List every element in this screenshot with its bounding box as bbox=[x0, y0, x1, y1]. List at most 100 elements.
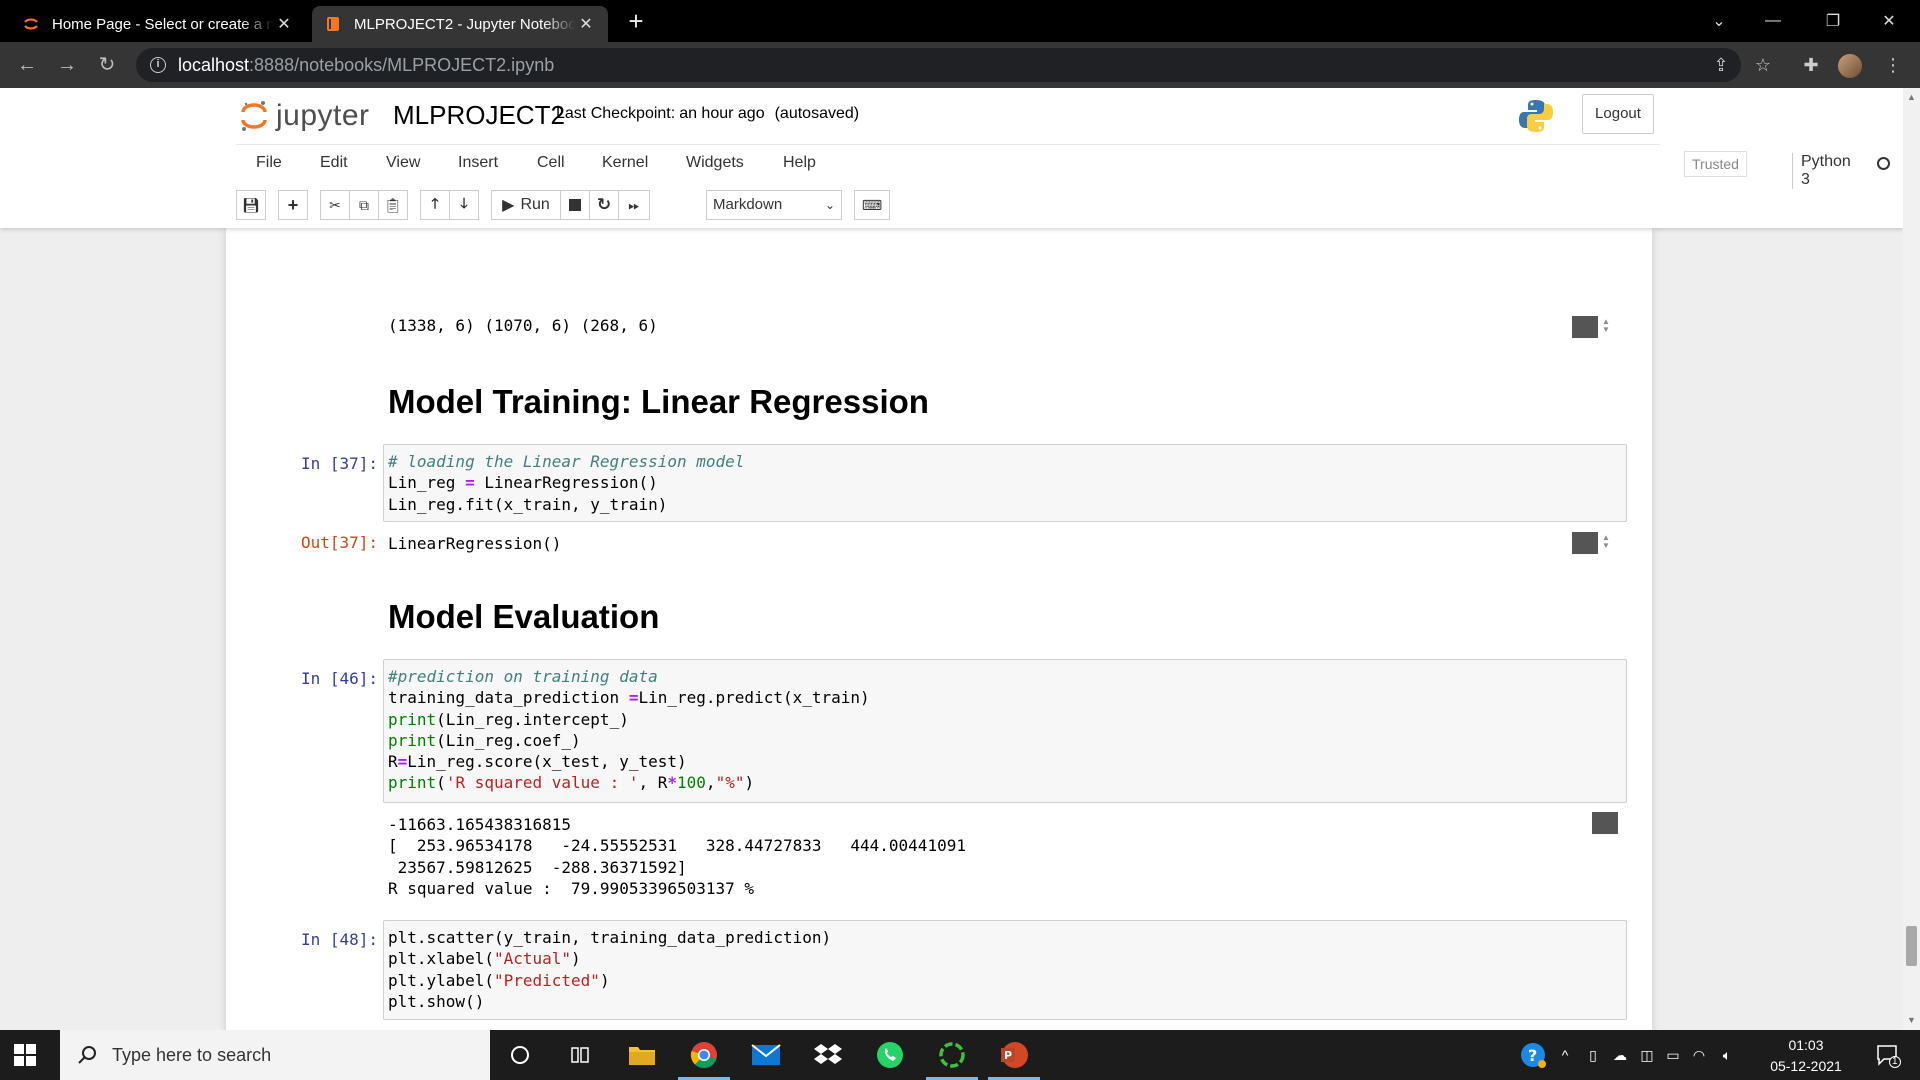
file-explorer-icon[interactable] bbox=[612, 1030, 672, 1080]
restore-button[interactable]: ❐ bbox=[1810, 0, 1856, 42]
close-tab-icon[interactable]: ✕ bbox=[576, 14, 596, 34]
notebook-container: (1338, 6) (1070, 6) (268, 6) ▲ ▼ Model Tr… bbox=[226, 228, 1652, 1030]
logout-button[interactable]: Logout bbox=[1582, 94, 1654, 134]
code-operator: = bbox=[465, 473, 475, 493]
loading-app-icon[interactable] bbox=[922, 1030, 982, 1080]
interrupt-button[interactable] bbox=[560, 190, 590, 220]
menu-view[interactable]: View bbox=[386, 154, 420, 172]
output-scroll-toggle-icon[interactable] bbox=[1572, 316, 1598, 338]
run-label: Run bbox=[520, 196, 550, 213]
address-bar[interactable]: i localhost:8888/notebooks/MLPROJECT2.ip… bbox=[136, 48, 1741, 82]
restart-kernel-button[interactable]: ↻ bbox=[589, 190, 619, 220]
share-icon[interactable]: ⇪ bbox=[1706, 50, 1736, 80]
battery-icon[interactable]: ▭ bbox=[1660, 1030, 1686, 1080]
reload-icon[interactable]: ↻ bbox=[92, 50, 122, 80]
menu-file[interactable]: File bbox=[256, 154, 282, 172]
code-string: "%" bbox=[715, 773, 745, 793]
whatsapp-icon[interactable] bbox=[860, 1030, 920, 1080]
paste-button[interactable]: 📋︎ bbox=[378, 190, 408, 220]
code-text: ) bbox=[744, 773, 755, 793]
code-string: "Actual" bbox=[493, 949, 572, 969]
taskbar-search-box[interactable]: Type here to search bbox=[60, 1030, 490, 1080]
tab-notebook[interactable]: MLPROJECT2 - Jupyter Notebook ✕ bbox=[312, 6, 608, 42]
autosave-status: (autosaved) bbox=[774, 105, 860, 122]
output-scroll-toggle-icon[interactable] bbox=[1592, 812, 1618, 834]
cell-37-prompt: In [37]: bbox=[300, 454, 378, 473]
browser-toolbar: ← → ↻ i localhost:8888/notebooks/MLPROJE… bbox=[0, 42, 1920, 88]
system-clock[interactable]: 01:03 05-12-2021 bbox=[1760, 1035, 1852, 1077]
device-icon[interactable]: ▯ bbox=[1580, 1030, 1606, 1080]
insert-cell-button[interactable]: + bbox=[278, 190, 308, 220]
page-scrollbar[interactable]: ▲ ▼ bbox=[1903, 88, 1920, 1030]
menu-kernel[interactable]: Kernel bbox=[602, 154, 648, 172]
menu-widgets[interactable]: Widgets bbox=[686, 154, 744, 172]
chrome-icon[interactable] bbox=[674, 1030, 734, 1080]
code-builtin: print bbox=[388, 773, 437, 793]
cell-46-input[interactable]: #prediction on training data training_da… bbox=[383, 659, 1627, 803]
menu-insert[interactable]: Insert bbox=[458, 154, 498, 172]
cell-type-select[interactable]: Markdown ⌄ bbox=[706, 190, 842, 220]
command-palette-button[interactable]: ⌨ bbox=[854, 190, 890, 220]
notebook-name[interactable]: MLPROJECT2 bbox=[393, 100, 565, 131]
security-icon[interactable]: ◫ bbox=[1634, 1030, 1660, 1080]
copy-button[interactable]: ⧉ bbox=[349, 190, 379, 220]
extensions-icon[interactable]: ✚ bbox=[1796, 50, 1826, 80]
scroll-up-icon[interactable]: ▲ bbox=[1907, 92, 1916, 102]
cell-37-input[interactable]: # loading the Linear Regression model Li… bbox=[383, 444, 1627, 522]
onedrive-icon[interactable]: ☁ bbox=[1606, 1030, 1634, 1080]
checkpoint-label: Last Checkpoint: bbox=[556, 105, 676, 122]
collapse-arrows-icon[interactable]: ▲ ▼ bbox=[1602, 318, 1610, 334]
code-comment: #prediction on training data bbox=[388, 667, 658, 686]
menu-cell[interactable]: Cell bbox=[537, 154, 565, 172]
menu-help[interactable]: Help bbox=[783, 154, 816, 172]
tab-title: MLPROJECT2 - Jupyter Notebook bbox=[354, 15, 576, 33]
code-text: Lin_reg bbox=[388, 473, 466, 493]
tab-home-page[interactable]: Home Page - Select or create a n ✕ bbox=[10, 6, 306, 42]
output-line: -11663.165438316815 bbox=[388, 815, 572, 834]
task-view-icon[interactable] bbox=[550, 1030, 610, 1080]
output-scroll-toggle-icon[interactable] bbox=[1572, 532, 1598, 554]
tab-search-icon[interactable]: ⌄ bbox=[1696, 0, 1742, 42]
move-up-button[interactable]: 🡑 bbox=[420, 190, 450, 220]
notifications-icon[interactable]: 1 bbox=[1868, 1030, 1908, 1080]
show-hidden-icons-icon[interactable]: ^ bbox=[1552, 1030, 1578, 1080]
chrome-menu-icon[interactable]: ⋮ bbox=[1878, 50, 1908, 80]
save-button[interactable]: 💾︎ bbox=[236, 190, 266, 220]
bookmark-star-icon[interactable]: ☆ bbox=[1748, 50, 1778, 80]
forward-icon[interactable]: → bbox=[52, 50, 82, 80]
restart-icon: ↻ bbox=[596, 195, 612, 214]
trusted-indicator[interactable]: Trusted bbox=[1684, 151, 1747, 177]
wifi-icon[interactable]: ◠ bbox=[1686, 1030, 1712, 1080]
new-tab-button[interactable]: + bbox=[622, 8, 650, 36]
profile-avatar[interactable] bbox=[1838, 54, 1862, 78]
mail-icon[interactable] bbox=[736, 1030, 796, 1080]
cortana-icon[interactable] bbox=[490, 1030, 550, 1080]
cell-37-output: LinearRegression() bbox=[388, 534, 562, 553]
scroll-down-icon[interactable]: ▼ bbox=[1907, 1015, 1916, 1025]
menu-edit[interactable]: Edit bbox=[320, 154, 348, 172]
jupyter-logo[interactable]: jupyter bbox=[240, 98, 370, 134]
minimize-button[interactable]: — bbox=[1750, 0, 1796, 42]
restart-run-all-button[interactable]: ⏩︎ bbox=[618, 190, 650, 220]
back-icon[interactable]: ← bbox=[12, 50, 42, 80]
code-text: (Lin_reg.coef_) bbox=[436, 730, 581, 750]
run-button[interactable]: ▶ Run bbox=[491, 190, 561, 220]
scrollbar-thumb[interactable] bbox=[1906, 926, 1917, 966]
cut-button[interactable]: ✂ bbox=[320, 190, 350, 220]
close-window-button[interactable]: ✕ bbox=[1866, 0, 1912, 42]
dropbox-icon[interactable] bbox=[798, 1030, 858, 1080]
plus-icon: + bbox=[287, 194, 299, 215]
collapse-arrows-icon[interactable]: ▲ ▼ bbox=[1602, 534, 1610, 550]
kernel-name[interactable]: Python 3 bbox=[1792, 153, 1851, 189]
help-icon[interactable]: ? bbox=[1516, 1030, 1550, 1080]
code-text: plt.scatter(y_train, training_data_predi… bbox=[388, 928, 832, 947]
volume-icon[interactable]: 🔈︎ bbox=[1712, 1030, 1742, 1080]
windows-start-icon[interactable] bbox=[14, 1044, 36, 1066]
code-operator: * bbox=[667, 773, 678, 793]
powerpoint-icon[interactable]: P bbox=[984, 1030, 1044, 1080]
code-number: 100 bbox=[677, 773, 706, 793]
site-info-icon[interactable]: i bbox=[150, 57, 166, 73]
close-tab-icon[interactable]: ✕ bbox=[274, 14, 294, 34]
move-down-button[interactable]: 🡓 bbox=[449, 190, 479, 220]
cell-48-input[interactable]: plt.scatter(y_train, training_data_predi… bbox=[383, 920, 1627, 1020]
